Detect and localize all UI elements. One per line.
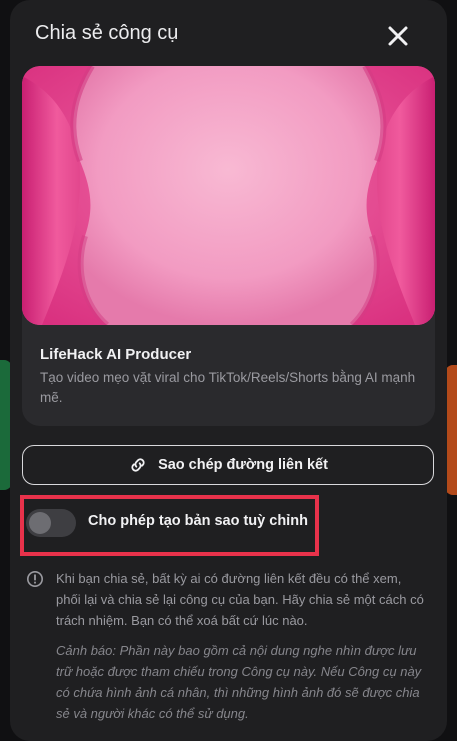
share-warning-text: Cảnh báo: Phần này bao gồm cả nội dung n… [56, 643, 422, 721]
tool-card: LifeHack AI Producer Tạo video mẹo vặt v… [22, 66, 435, 426]
pink-abstract-artwork [22, 66, 435, 325]
close-button[interactable] [384, 22, 412, 50]
tool-name: LifeHack AI Producer [40, 346, 192, 363]
link-icon [131, 458, 145, 472]
close-icon [388, 26, 408, 46]
share-tool-dialog: Chia sẻ công cụ LifeHack AI Producer Tạo… [10, 0, 447, 741]
share-info-text: Khi bạn chia sẻ, bất kỳ ai có đường liên… [56, 571, 424, 628]
info-icon [26, 570, 44, 588]
tool-thumbnail [22, 66, 435, 325]
dialog-title: Chia sẻ công cụ [35, 22, 179, 44]
custom-copy-toggle[interactable] [26, 509, 76, 537]
dialog-header: Chia sẻ công cụ [10, 0, 447, 66]
copy-link-label: Sao chép đường liên kết [158, 457, 328, 473]
toggle-knob [29, 512, 51, 534]
custom-copy-label: Cho phép tạo bản sao tuỳ chỉnh [88, 513, 308, 529]
copy-link-button[interactable]: Sao chép đường liên kết [22, 445, 434, 485]
tool-description: Tạo video mẹo vặt viral cho TikTok/Reels… [40, 370, 416, 405]
